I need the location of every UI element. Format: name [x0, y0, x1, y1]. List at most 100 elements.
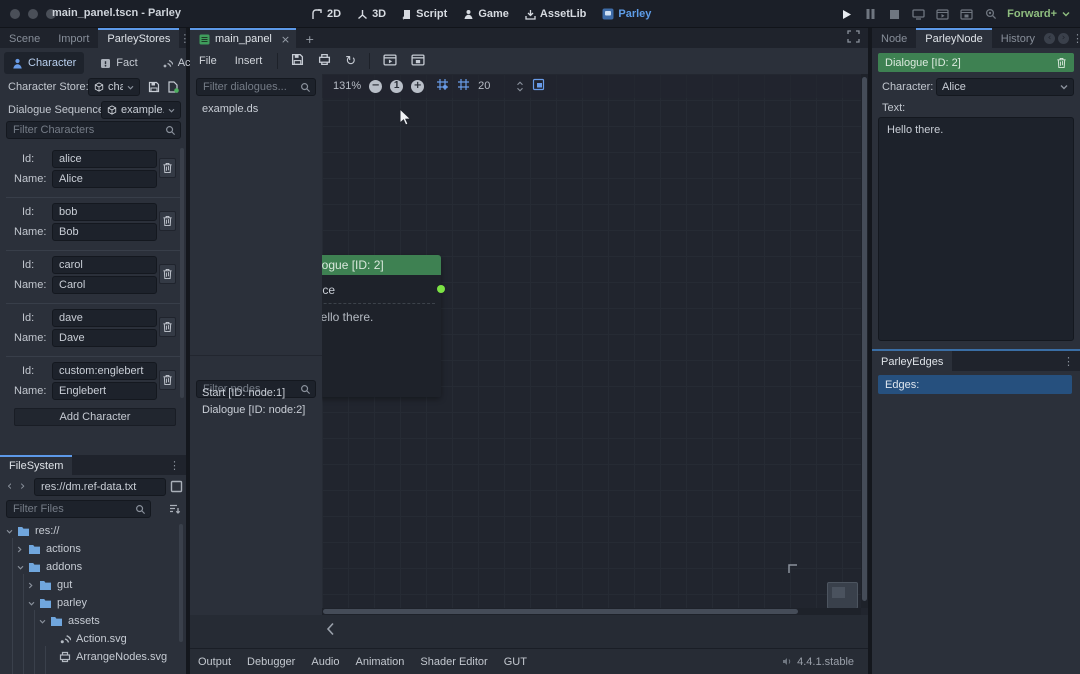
text-field-textarea[interactable]: Hello there.: [878, 117, 1074, 341]
menu-game[interactable]: Game: [463, 8, 509, 20]
tab-parleystores[interactable]: ParleyStores: [98, 28, 179, 48]
character-name-input[interactable]: [52, 170, 157, 188]
tab-scene[interactable]: Scene: [0, 28, 49, 48]
stop-button[interactable]: [887, 7, 902, 22]
h-scrollbar-thumb[interactable]: [323, 609, 798, 614]
character-id-input[interactable]: [52, 309, 157, 327]
fs-split-button[interactable]: [170, 480, 183, 496]
tab-parleynode[interactable]: ParleyNode: [916, 28, 991, 48]
fs-forward-icon[interactable]: ›: [20, 479, 25, 494]
play-button[interactable]: [839, 7, 854, 22]
character-store-select[interactable]: cha: [88, 78, 140, 96]
profiler-button[interactable]: [983, 7, 998, 22]
filter-characters-input[interactable]: [6, 121, 181, 139]
test-dialogue-button[interactable]: [376, 54, 404, 69]
character-id-input[interactable]: [52, 256, 157, 274]
tab-filesystem[interactable]: FileSystem: [0, 455, 72, 475]
new-store-button[interactable]: [164, 78, 181, 96]
menu-parley[interactable]: Parley: [602, 8, 651, 20]
history-forward-icon[interactable]: ›: [1058, 33, 1069, 44]
fs-sort-button[interactable]: [168, 502, 181, 518]
character-id-input[interactable]: [52, 150, 157, 168]
tree-item-addons[interactable]: addons: [17, 558, 82, 576]
character-name-input[interactable]: [52, 382, 157, 400]
h-scrollbar-track[interactable]: [322, 608, 861, 615]
character-field-select[interactable]: Alice: [936, 78, 1074, 96]
tree-item-parley[interactable]: parley: [28, 594, 87, 612]
tree-item-gut[interactable]: gut: [28, 576, 72, 594]
node-list-item[interactable]: Start [ID: node:1]: [202, 387, 285, 399]
tab-node[interactable]: Node: [872, 28, 916, 48]
characters-scrollbar[interactable]: [180, 148, 184, 398]
delete-character-button[interactable]: [159, 370, 176, 390]
character-name-input[interactable]: [52, 276, 157, 294]
window-minimize-button[interactable]: [28, 9, 38, 19]
file-menu[interactable]: File: [190, 55, 226, 67]
character-name-input[interactable]: [52, 329, 157, 347]
save-dialogue-button[interactable]: [284, 53, 311, 69]
history-back-icon[interactable]: ‹: [1044, 33, 1055, 44]
delete-character-button[interactable]: [159, 264, 176, 284]
graph-minimap[interactable]: [827, 582, 858, 609]
edges-header[interactable]: Edges:: [878, 375, 1072, 394]
tab-main-panel[interactable]: main_panel ×: [190, 28, 296, 48]
graph-canvas[interactable]: 131% − 1 + 20 Dialogue [ID: 2] Alice: [322, 74, 868, 615]
save-store-button[interactable]: [145, 78, 162, 96]
arrange-nodes-button[interactable]: [311, 53, 338, 69]
insert-menu[interactable]: Insert: [226, 55, 272, 67]
v-scrollbar-thumb[interactable]: [862, 77, 867, 601]
v-scrollbar-track[interactable]: [861, 74, 868, 608]
grid-toggle-button[interactable]: [457, 78, 470, 94]
bottom-tab-gut[interactable]: GUT: [496, 656, 535, 668]
character-id-input[interactable]: [52, 362, 157, 380]
minimap-toggle-button[interactable]: [532, 78, 545, 94]
bottom-tab-shader-editor[interactable]: Shader Editor: [412, 656, 495, 668]
parleyedges-menu-icon[interactable]: ⋮: [1063, 355, 1080, 368]
zoom-out-button[interactable]: −: [369, 80, 382, 93]
menu-script[interactable]: Script: [402, 8, 447, 20]
zoom-reset-button[interactable]: 1: [390, 80, 403, 93]
tree-item-action-svg[interactable]: Action.svg: [50, 630, 127, 648]
tab-parleyedges[interactable]: ParleyEdges: [872, 351, 952, 371]
store-tab-character[interactable]: Character: [4, 52, 84, 74]
new-tab-button[interactable]: +: [296, 28, 323, 48]
delete-character-button[interactable]: [159, 317, 176, 337]
store-tab-fact[interactable]: Fact: [92, 52, 145, 74]
tab-history[interactable]: History: [992, 28, 1044, 48]
character-id-input[interactable]: [52, 203, 157, 221]
snap-toggle-button[interactable]: [436, 78, 449, 94]
file-tree-scrollbar[interactable]: [179, 524, 183, 642]
dialogue-graph-node[interactable]: Dialogue [ID: 2] Alice Hello there.: [322, 255, 441, 397]
dialogue-list-item[interactable]: example.ds: [202, 103, 258, 115]
node-list-item[interactable]: Dialogue [ID: node:2]: [202, 404, 305, 416]
tree-item-assets[interactable]: assets: [39, 612, 100, 630]
delete-character-button[interactable]: [159, 211, 176, 231]
filesystem-menu-icon[interactable]: ⋮: [169, 459, 186, 472]
output-port[interactable]: [437, 285, 445, 293]
trash-icon[interactable]: [1056, 57, 1067, 69]
window-close-button[interactable]: [10, 9, 20, 19]
movie-writer-button[interactable]: [959, 7, 974, 22]
menu-assetlib[interactable]: AssetLib: [525, 8, 586, 20]
filter-dialogues-input[interactable]: [196, 78, 316, 96]
bottom-tab-audio[interactable]: Audio: [303, 656, 347, 668]
renderer-select[interactable]: Forward+: [1007, 8, 1070, 20]
fs-path-field[interactable]: res://dm.ref-data.txt: [34, 478, 166, 496]
refresh-button[interactable]: ↻: [338, 55, 363, 68]
bottom-tab-debugger[interactable]: Debugger: [239, 656, 303, 668]
distraction-free-button[interactable]: [847, 30, 868, 46]
tree-item-res-root[interactable]: res://: [6, 522, 59, 540]
delete-character-button[interactable]: [159, 158, 176, 178]
menu-2d[interactable]: 2D: [312, 8, 341, 20]
inspector-menu-icon[interactable]: ⋮: [1072, 32, 1080, 45]
tab-import[interactable]: Import: [49, 28, 98, 48]
test-dialogue-from-button[interactable]: [404, 54, 432, 69]
snap-step-spinner[interactable]: [516, 81, 524, 92]
close-tab-icon[interactable]: ×: [281, 33, 290, 46]
tree-item-actions[interactable]: actions: [17, 540, 81, 558]
bottom-tab-animation[interactable]: Animation: [348, 656, 413, 668]
remote-debug-button[interactable]: [911, 7, 926, 22]
character-name-input[interactable]: [52, 223, 157, 241]
tree-item-arrangenodes-svg[interactable]: ArrangeNodes.svg: [50, 648, 167, 666]
pause-button[interactable]: [863, 7, 878, 22]
